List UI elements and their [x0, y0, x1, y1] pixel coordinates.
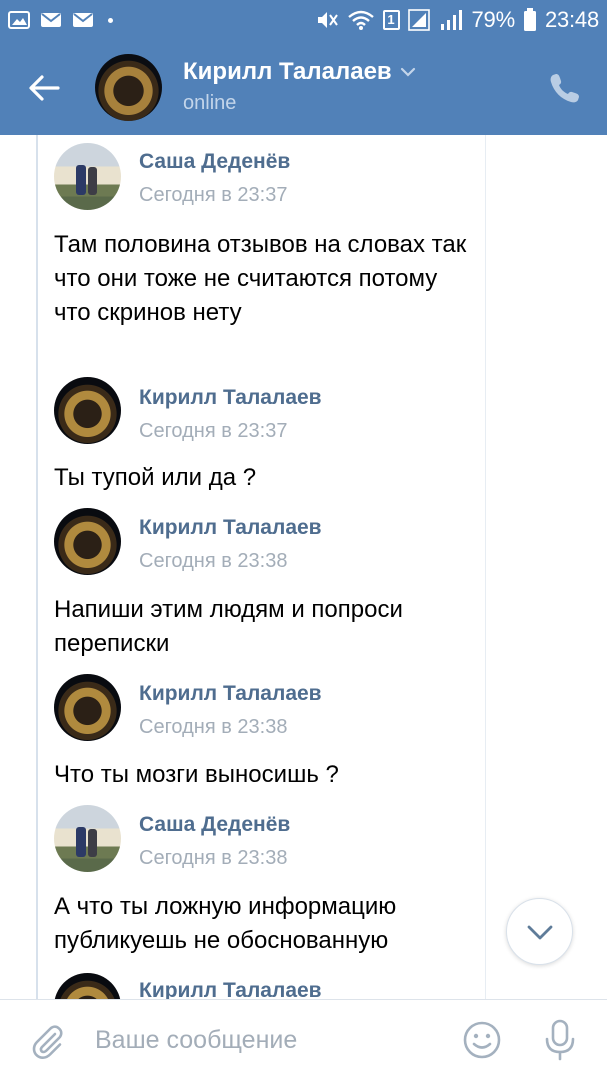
- battery-percent: 79%: [471, 7, 516, 32]
- signal-bars-icon: [440, 10, 462, 30]
- sender-avatar[interactable]: [54, 973, 121, 999]
- back-arrow-icon[interactable]: [24, 68, 64, 108]
- sender-avatar[interactable]: [54, 674, 121, 741]
- sender-name[interactable]: Кирилл Талалаев: [139, 516, 322, 540]
- more-notifications-dot: [108, 17, 113, 23]
- sender-avatar[interactable]: [54, 143, 121, 210]
- contact-status: online: [183, 92, 237, 114]
- sender-name[interactable]: Кирилл Талалаев: [139, 386, 322, 410]
- mail-icon: [41, 13, 61, 27]
- message-list[interactable]: Саша Деденёв Сегодня в 23:37 Там половин…: [36, 135, 486, 999]
- sim-slot-badge: 1: [382, 10, 400, 30]
- message-composer: [0, 999, 607, 1080]
- wifi-icon: [347, 10, 374, 30]
- scroll-down-button[interactable]: [506, 898, 573, 965]
- chevron-down-icon: [400, 67, 415, 77]
- emoji-icon[interactable]: [462, 1020, 502, 1060]
- contact-name: Кирилл Талалаев: [183, 58, 392, 85]
- message-time: Сегодня в 23:37: [139, 420, 288, 442]
- status-notifications: [8, 8, 113, 32]
- mute-icon: [317, 12, 338, 28]
- message-text: Что ты мозги выносишь ?: [54, 761, 339, 788]
- clock: 23:48: [544, 7, 599, 32]
- contact-name-row[interactable]: Кирилл Талалаев: [183, 58, 416, 86]
- chevron-down-icon: [527, 925, 553, 940]
- message-input[interactable]: [95, 1018, 435, 1062]
- sender-name[interactable]: Саша Деденёв: [139, 813, 290, 837]
- sender-name[interactable]: Кирилл Талалаев: [139, 979, 322, 999]
- sender-avatar[interactable]: [54, 805, 121, 872]
- message-time: Сегодня в 23:38: [139, 550, 288, 572]
- message-text: Ты тупой или да ?: [54, 464, 257, 491]
- sender-avatar[interactable]: [54, 377, 121, 444]
- phone-icon[interactable]: [547, 70, 583, 106]
- battery-icon: [523, 8, 536, 31]
- message-text: Напиши этим людям и попроси переписки: [54, 596, 403, 657]
- message-text: А что ты ложную информацию публикуешь не…: [54, 893, 397, 954]
- microphone-icon[interactable]: [540, 1018, 580, 1062]
- status-system: 1 79% 23:48: [315, 7, 599, 33]
- signal-icon: [407, 9, 430, 31]
- message-time: Сегодня в 23:37: [139, 184, 288, 206]
- gallery-icon: [8, 11, 30, 29]
- message-time: Сегодня в 23:38: [139, 716, 288, 738]
- chat-header: Кирилл Талалаев online: [0, 40, 607, 135]
- sender-avatar[interactable]: [54, 508, 121, 575]
- sender-name[interactable]: Саша Деденёв: [139, 150, 290, 174]
- message-time: Сегодня в 23:38: [139, 847, 288, 869]
- mail-icon: [73, 13, 93, 27]
- message-text: Там половина отзывов на словах так что о…: [54, 231, 467, 326]
- status-bar: 1 79% 23:48: [0, 0, 607, 40]
- paperclip-icon[interactable]: [28, 1022, 68, 1062]
- contact-avatar[interactable]: [95, 54, 162, 121]
- sender-name[interactable]: Кирилл Талалаев: [139, 682, 322, 706]
